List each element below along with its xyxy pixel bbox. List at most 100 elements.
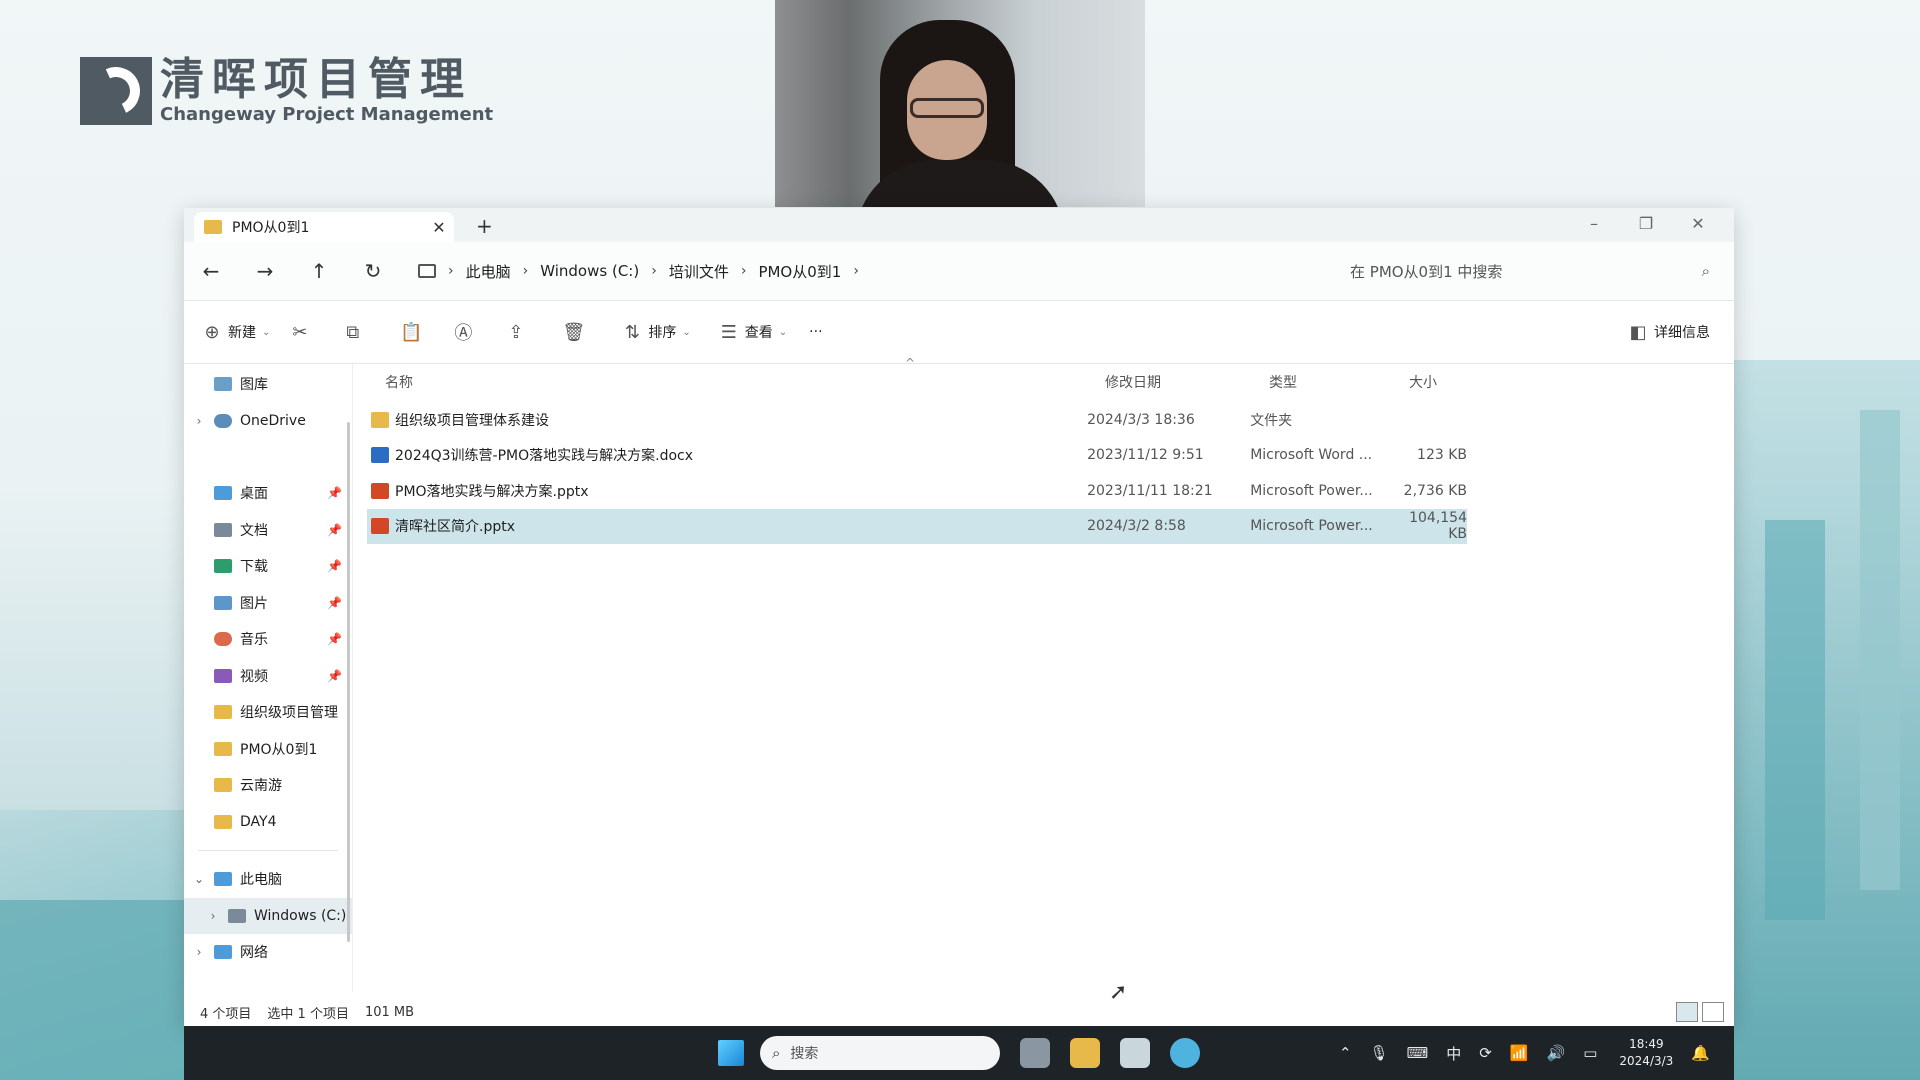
details-view-icon[interactable] — [1676, 1002, 1698, 1022]
pin-icon[interactable]: 📌 — [327, 596, 342, 610]
back-arrow-icon[interactable]: ← — [184, 259, 238, 283]
minimize-button[interactable]: – — [1568, 212, 1620, 236]
refresh-icon[interactable]: ↻ — [346, 259, 400, 283]
maximize-button[interactable]: ❐ — [1620, 212, 1672, 236]
chevron-up-icon[interactable]: ⌃ — [1339, 1044, 1352, 1062]
sidebar-scrollbar[interactable] — [347, 422, 350, 942]
sidebar-item-pmo[interactable]: PMO从0到1 — [184, 731, 352, 768]
start-button[interactable] — [718, 1040, 744, 1066]
delete-icon[interactable]: 🗑 — [562, 322, 594, 343]
view-list-icon: ☰ — [720, 321, 737, 343]
column-header-size[interactable]: 大小 — [1409, 372, 1487, 392]
sort-icon: ⇅ — [624, 321, 640, 343]
sidebar-item-org-pm[interactable]: 组织级项目管理 — [184, 694, 352, 731]
file-row-selected[interactable]: 清晖社区简介.pptx 2024/3/2 8:58 Microsoft Powe… — [367, 508, 1467, 544]
notification-icon[interactable]: 🔔 — [1691, 1044, 1710, 1062]
copy-icon[interactable]: ⧉ — [346, 322, 378, 343]
sidebar-item-onedrive[interactable]: › OneDrive — [184, 403, 352, 440]
sidebar-item-label: PMO从0到1 — [240, 741, 318, 758]
share-icon[interactable]: ⇪ — [508, 322, 540, 343]
chevron-right-icon[interactable]: › — [184, 909, 228, 923]
details-pane-icon: ◧ — [1629, 321, 1647, 343]
sidebar-item-this-pc[interactable]: ⌄ 此电脑 — [184, 861, 352, 898]
up-arrow-icon[interactable]: ↑ — [292, 259, 346, 283]
taskbar-search[interactable]: ⌕ 搜索 — [760, 1036, 1000, 1070]
close-window-button[interactable]: ✕ — [1672, 212, 1724, 236]
search-input[interactable]: 在 PMO从0到1 中搜索 ⌕ — [1340, 253, 1720, 289]
file-date: 2023/11/11 18:21 — [1087, 482, 1213, 499]
file-row[interactable]: 组织级项目管理体系建设 2024/3/3 18:36 文件夹 — [367, 402, 1467, 438]
breadcrumb-training-files[interactable]: 培训文件 — [659, 261, 739, 282]
pin-icon[interactable]: 📌 — [327, 486, 342, 500]
pin-icon[interactable]: 📌 — [327, 632, 342, 646]
tab-close-button[interactable]: ✕ — [424, 218, 454, 237]
browser-icon[interactable] — [1170, 1038, 1200, 1068]
wifi-icon[interactable]: 📶 — [1510, 1044, 1529, 1062]
network-icon — [214, 945, 232, 960]
sidebar-item-gallery[interactable]: 图库 — [184, 366, 352, 403]
new-tab-button[interactable]: + — [476, 214, 493, 238]
breadcrumb-pmo[interactable]: PMO从0到1 — [748, 261, 851, 282]
column-header-date[interactable]: 修改日期 — [1105, 372, 1269, 392]
sidebar-item-pictures[interactable]: 图片 📌 — [184, 585, 352, 622]
plus-circle-icon: ⊕ — [204, 321, 220, 343]
rename-icon[interactable]: Ⓐ — [454, 319, 486, 345]
breadcrumb-drive-c[interactable]: Windows (C:) — [530, 262, 649, 280]
sync-icon[interactable]: ⟳ — [1479, 1044, 1492, 1062]
sidebar-item-videos[interactable]: 视频 📌 — [184, 658, 352, 695]
powerpoint-app-icon[interactable] — [1120, 1038, 1150, 1068]
taskbar-search-placeholder: 搜索 — [790, 1046, 819, 1062]
file-type: 文件夹 — [1250, 412, 1293, 429]
chevron-right-icon[interactable]: › — [739, 263, 749, 279]
column-header-type[interactable]: 类型 — [1269, 372, 1409, 392]
chevron-right-icon[interactable]: › — [446, 263, 456, 279]
battery-icon[interactable]: ▭ — [1583, 1044, 1597, 1062]
paste-icon[interactable]: 📋 — [400, 322, 432, 343]
sidebar-item-drive-c[interactable]: › Windows (C:) — [184, 897, 352, 934]
chevron-right-icon[interactable]: › — [649, 263, 659, 279]
more-options-icon[interactable]: ··· — [809, 324, 822, 340]
sidebar-item-label: 网络 — [240, 945, 268, 962]
forward-arrow-icon[interactable]: → — [238, 259, 292, 283]
pin-icon[interactable]: 📌 — [327, 559, 342, 573]
view-button[interactable]: ☰ 查看 ⌄ — [713, 322, 787, 343]
keyboard-icon[interactable]: ⌨ — [1407, 1044, 1429, 1062]
search-icon: ⌕ — [1701, 262, 1710, 280]
file-explorer-icon[interactable] — [1070, 1038, 1100, 1068]
app-icon[interactable] — [1020, 1038, 1050, 1068]
chevron-right-icon[interactable]: › — [184, 414, 214, 428]
column-header-name[interactable]: 名称 — [367, 372, 1105, 392]
new-button[interactable]: ⊕ 新建 ⌄ — [196, 322, 270, 343]
cut-icon[interactable]: ✂ — [292, 322, 324, 343]
file-row[interactable]: 2024Q3训练营-PMO落地实践与解决方案.docx 2023/11/12 9… — [367, 438, 1467, 474]
sidebar-item-network[interactable]: › 网络 — [184, 934, 352, 971]
details-pane-button[interactable]: ◧ 详细信息 — [1622, 322, 1710, 343]
chevron-right-icon[interactable]: › — [851, 263, 861, 279]
clock-date: 2024/3/3 — [1619, 1054, 1674, 1068]
clock[interactable]: 18:49 2024/3/3 — [1619, 1036, 1673, 1070]
folder-icon — [371, 411, 389, 428]
tab-pmo[interactable]: PMO从0到1 ✕ — [194, 212, 454, 242]
background-hill — [0, 900, 190, 1080]
pin-icon[interactable]: 📌 — [327, 523, 342, 537]
sidebar-item-desktop[interactable]: 桌面 📌 — [184, 475, 352, 512]
breadcrumb-this-pc[interactable]: 此电脑 — [456, 261, 521, 282]
breadcrumb[interactable]: › 此电脑 › Windows (C:) › 培训文件 › PMO从0到1 › — [408, 253, 1288, 289]
cloud-icon — [214, 413, 232, 428]
ime-indicator[interactable]: 中 — [1446, 1043, 1461, 1064]
microphone-icon[interactable]: 🎙 — [1370, 1044, 1389, 1062]
sidebar-item-downloads[interactable]: 下载 📌 — [184, 548, 352, 585]
sort-button[interactable]: ⇅ 排序 ⌄ — [616, 321, 691, 343]
sidebar-item-music[interactable]: 音乐 📌 — [184, 621, 352, 658]
file-row[interactable]: PMO落地实践与解决方案.pptx 2023/11/11 18:21 Micro… — [367, 473, 1467, 509]
sidebar-item-day4[interactable]: DAY4 — [184, 804, 352, 841]
tiles-view-icon[interactable] — [1702, 1002, 1724, 1022]
sidebar-item-yunnan[interactable]: 云南游 — [184, 767, 352, 804]
chevron-right-icon[interactable]: › — [521, 263, 531, 279]
pin-icon[interactable]: 📌 — [327, 669, 342, 683]
pc-icon — [214, 872, 232, 887]
chevron-down-icon[interactable]: ⌄ — [184, 872, 214, 886]
sidebar-item-documents[interactable]: 文档 📌 — [184, 512, 352, 549]
chevron-right-icon[interactable]: › — [184, 945, 214, 959]
volume-icon[interactable]: 🔊 — [1547, 1044, 1566, 1062]
